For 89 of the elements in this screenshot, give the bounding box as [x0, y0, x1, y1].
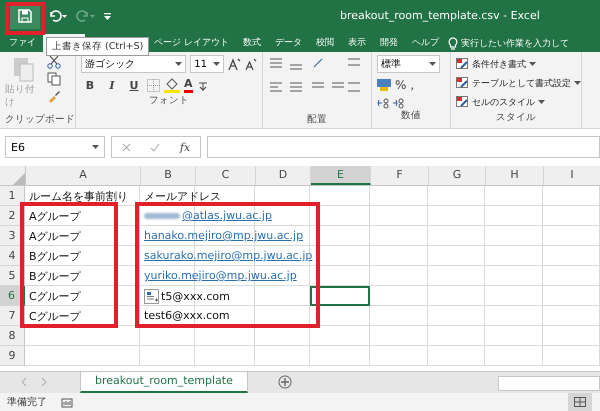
status-text: 準備完了 [7, 396, 47, 409]
grid-icon [574, 397, 586, 407]
check-icon[interactable] [150, 142, 160, 152]
formula-input[interactable] [207, 136, 600, 158]
bold-button[interactable]: B [81, 78, 99, 92]
email-link[interactable]: hanako.mejiro@mp.jwu.ac.jp [144, 229, 304, 242]
email-link[interactable]: yuriko.mejiro@mp.jwu.ac.jp [144, 269, 297, 282]
table-style-icon [456, 77, 469, 89]
column-header[interactable]: G [429, 166, 486, 185]
cell-text: t5@xxx.com [161, 290, 230, 303]
cell-text: Cグループ [29, 309, 81, 324]
blurred-text [144, 212, 180, 218]
column-header[interactable]: B [141, 166, 196, 185]
ribbon-tab[interactable]: ヘルプ [404, 34, 446, 52]
customize-icon[interactable] [104, 12, 111, 20]
font-color-button[interactable]: A [184, 78, 193, 92]
grow-font-icon[interactable] [228, 58, 241, 70]
table-style-icon [456, 96, 469, 108]
cell-text: Bグループ [29, 269, 81, 284]
style-menu-button[interactable]: 条件付き書式 [456, 55, 576, 73]
column-header[interactable]: I [544, 166, 600, 185]
style-menu-button[interactable]: セルのスタイル [456, 93, 576, 111]
window-title: breakout_room_template.csv - Excel [340, 9, 540, 22]
comma-button[interactable]: , [410, 78, 414, 92]
tooltip: 上書き保存 (Ctrl+S) [46, 37, 150, 56]
smart-tag-icon[interactable] [144, 289, 159, 304]
clipboard-icon [12, 55, 36, 83]
add-sheet-icon[interactable] [278, 375, 292, 389]
table-style-icon [456, 58, 469, 70]
style-menu-button[interactable]: テーブルとして書式設定 [456, 74, 576, 92]
ribbon-tab[interactable]: ページ レイアウト [147, 34, 236, 52]
currency-icon[interactable] [377, 79, 391, 91]
name-box[interactable]: E6 [5, 136, 105, 158]
macro-record-icon[interactable] [61, 396, 73, 408]
row-header[interactable]: 9 [0, 346, 25, 366]
font-size-field[interactable]: 11 [190, 55, 224, 73]
tell-me-field[interactable]: 実行したい作業を入力して [460, 36, 569, 50]
italic-button[interactable]: I [103, 78, 121, 92]
normal-view-button[interactable] [568, 393, 592, 411]
dropdown-icon[interactable] [213, 62, 220, 66]
horizontal-scrollbar[interactable] [498, 376, 600, 391]
group-label: 配置 [306, 113, 328, 127]
group-label: 数値 [400, 109, 422, 123]
row-header[interactable]: 8 [0, 326, 25, 346]
active-cell[interactable] [310, 286, 370, 306]
cell-text: Aグループ [29, 229, 81, 244]
ribbon-tab[interactable]: 数式 [236, 34, 268, 52]
borders-icon[interactable] [147, 78, 160, 92]
ribbon-tab[interactable]: 表示 [340, 34, 373, 52]
cell-text: Aグループ [29, 209, 81, 224]
group-label: スタイル [495, 111, 537, 125]
column-header[interactable]: C [196, 166, 256, 185]
highlight-frame [5, 2, 45, 35]
cell-text: ルーム名を事前割り [29, 189, 128, 204]
font-name-field[interactable]: 游ゴシック [81, 55, 186, 73]
cell-text: Bグループ [29, 249, 81, 264]
shrink-font-icon[interactable] [245, 58, 257, 70]
dropdown-icon[interactable] [529, 62, 536, 66]
underline-button[interactable]: U [125, 78, 143, 92]
column-header[interactable]: H [486, 166, 544, 185]
scissors-icon[interactable] [47, 55, 61, 69]
number-format-field[interactable]: 標準 [377, 55, 440, 73]
ribbon-tab[interactable]: ファイ [2, 34, 43, 52]
dropdown-icon[interactable] [175, 62, 182, 66]
dropdown-icon[interactable] [574, 81, 581, 85]
sheet-tab[interactable]: breakout_room_template [80, 372, 248, 393]
undo-icon[interactable] [48, 10, 68, 22]
dropdown-icon[interactable] [429, 62, 436, 66]
group-label: フォント [148, 94, 190, 108]
fill-color-icon[interactable] [164, 78, 180, 92]
column-header[interactable]: F [371, 166, 429, 185]
ribbon-tab[interactable]: データ [268, 34, 309, 52]
percent-button[interactable]: % [395, 78, 406, 92]
ribbon-tab[interactable]: 校閲 [308, 34, 341, 52]
email-link[interactable]: @atlas.jwu.ac.jp [182, 209, 272, 222]
insert-function-button[interactable]: fx [180, 140, 190, 154]
cell-text: メールアドレス [144, 189, 221, 204]
column-header[interactable]: A [26, 166, 141, 185]
cell-text: test6@xxx.com [144, 309, 230, 322]
email-link[interactable]: sakurako.mejiro@mp.jwu.ac.jp [144, 249, 312, 262]
copy-icon[interactable] [47, 72, 61, 86]
dropdown-icon[interactable] [92, 145, 99, 149]
row-header[interactable]: 1 [0, 186, 25, 206]
column-header[interactable]: E [311, 166, 371, 185]
ribbon-tab[interactable]: 開発 [372, 34, 405, 52]
lightbulb-icon [448, 36, 458, 50]
dropdown-icon[interactable] [538, 100, 545, 104]
cell-text: Cグループ [29, 289, 81, 304]
brush-icon[interactable] [47, 89, 61, 103]
